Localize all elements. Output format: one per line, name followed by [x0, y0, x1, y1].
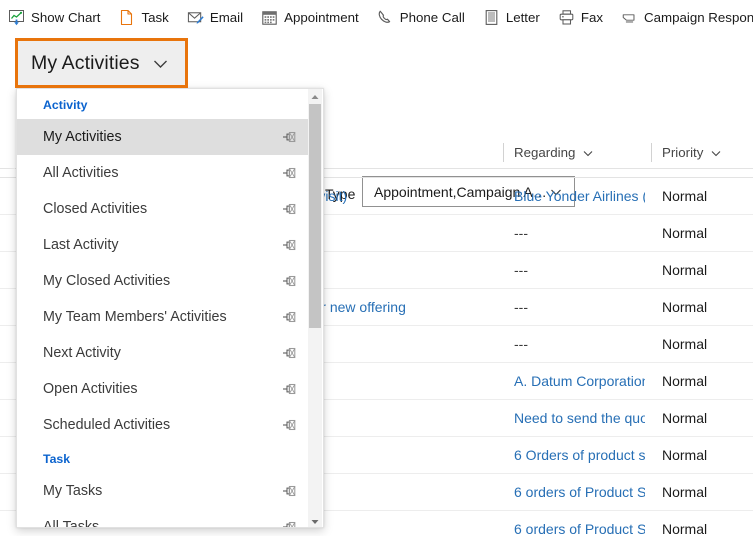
- view-list-item[interactable]: My Tasks: [17, 473, 310, 509]
- cell-regarding: ---: [514, 336, 528, 352]
- command-label: Email: [209, 10, 244, 25]
- scroll-up-arrow-icon[interactable]: [308, 89, 322, 104]
- pin-icon[interactable]: [282, 166, 297, 181]
- scroll-down-arrow-icon[interactable]: [308, 514, 322, 527]
- column-separator: [503, 143, 504, 162]
- view-selector-button[interactable]: My Activities: [15, 38, 188, 88]
- command-task[interactable]: Task: [109, 0, 177, 35]
- cell-regarding: ---: [514, 262, 528, 278]
- view-list-item[interactable]: My Team Members' Activities: [17, 299, 310, 335]
- cell-regarding[interactable]: Blue Yonder Airlines (sam: [514, 178, 645, 214]
- command-label: Campaign Response: [644, 10, 753, 25]
- view-group-header: Task: [43, 452, 71, 466]
- cell-priority: Normal: [662, 225, 708, 241]
- view-list-item[interactable]: Last Activity: [17, 227, 310, 263]
- grid-left-divider: [0, 168, 15, 169]
- cell-regarding[interactable]: 6 orders of Product SKU ,: [514, 511, 645, 536]
- command-label: Show Chart: [31, 10, 101, 25]
- pin-icon[interactable]: [282, 382, 297, 397]
- cell-priority: Normal: [662, 484, 708, 500]
- command-label: Letter: [505, 10, 540, 25]
- command-bar: Show Chart Task Email Appointment Phone …: [0, 0, 753, 35]
- cell-regarding[interactable]: 6 orders of Product SKU ,: [514, 474, 645, 510]
- cell-regarding: ---: [514, 225, 528, 241]
- app-root: Show Chart Task Email Appointment Phone …: [0, 0, 753, 536]
- view-list-item[interactable]: Open Activities: [17, 371, 310, 407]
- cell-priority: Normal: [662, 447, 708, 463]
- command-phone-call[interactable]: Phone Call: [368, 0, 474, 35]
- chevron-down-icon: [710, 147, 722, 159]
- command-campaign-response[interactable]: Campaign Response: [612, 0, 753, 35]
- email-icon: [187, 9, 204, 26]
- view-list-item[interactable]: Next Activity: [17, 335, 310, 371]
- cell-regarding[interactable]: A. Datum Corporation (sa: [514, 363, 645, 399]
- view-list-item-label: Next Activity: [43, 345, 121, 361]
- view-list-item-label: Closed Activities: [43, 201, 148, 217]
- view-list-item[interactable]: All Activities: [17, 155, 310, 191]
- show-chart-icon: [8, 9, 25, 26]
- cell-priority: Normal: [662, 521, 708, 536]
- view-list-item-label: My Closed Activities: [43, 273, 171, 289]
- view-list-item-label: Last Activity: [43, 237, 119, 253]
- command-label: Phone Call: [399, 10, 465, 25]
- view-list-item[interactable]: My Activities: [17, 119, 310, 155]
- appointment-icon: [261, 9, 278, 26]
- command-show-chart[interactable]: Show Chart: [0, 0, 109, 35]
- campaign-response-icon: [621, 9, 638, 26]
- cell-priority: Normal: [662, 410, 708, 426]
- cell-priority: Normal: [662, 188, 708, 204]
- column-header-regarding[interactable]: Regarding: [503, 136, 594, 169]
- command-appointment[interactable]: Appointment: [252, 0, 368, 35]
- command-label: Fax: [580, 10, 603, 25]
- pin-icon[interactable]: [282, 274, 297, 289]
- view-list-item-label: My Activities: [43, 129, 122, 145]
- cell-priority: Normal: [662, 299, 708, 315]
- command-label: Task: [141, 10, 169, 25]
- cell-priority: Normal: [662, 373, 708, 389]
- view-group-header: Activity: [43, 98, 88, 112]
- chevron-down-icon: [582, 147, 594, 159]
- column-separator: [651, 143, 652, 162]
- cell-priority: Normal: [662, 262, 708, 278]
- pin-icon[interactable]: [282, 520, 297, 527]
- cell-priority: Normal: [662, 336, 708, 352]
- cell-regarding: ---: [514, 299, 528, 315]
- pin-icon[interactable]: [282, 418, 297, 433]
- flyout-scrollbar[interactable]: [308, 89, 322, 527]
- pin-icon[interactable]: [282, 310, 297, 325]
- column-header-label: Priority: [662, 145, 704, 160]
- view-list-item-label: All Activities: [43, 165, 119, 181]
- command-letter[interactable]: Letter: [474, 0, 549, 35]
- scrollbar-thumb[interactable]: [309, 104, 321, 328]
- pin-icon[interactable]: [282, 484, 297, 499]
- letter-icon: [483, 9, 500, 26]
- task-icon: [118, 9, 135, 26]
- cell-regarding[interactable]: Need to send the quotati: [514, 400, 645, 436]
- view-list-item[interactable]: My Closed Activities: [17, 263, 310, 299]
- view-list-item-label: Scheduled Activities: [43, 417, 171, 433]
- column-header-label: Regarding: [514, 145, 576, 160]
- view-list: Activity My Activities All Activities Close…: [17, 89, 310, 528]
- pin-icon[interactable]: [282, 130, 297, 145]
- chevron-down-icon: [151, 54, 170, 73]
- column-header-priority[interactable]: Priority: [651, 136, 722, 169]
- phone-call-icon: [377, 9, 394, 26]
- view-list-item-label: My Tasks: [43, 483, 103, 499]
- cell-regarding[interactable]: 6 Orders of product sku J: [514, 437, 645, 473]
- command-fax[interactable]: Fax: [549, 0, 612, 35]
- view-selector-flyout: Activity My Activities All Activities Close…: [16, 88, 324, 528]
- view-list-item[interactable]: Closed Activities: [17, 191, 310, 227]
- view-list-item[interactable]: All Tasks: [17, 509, 310, 528]
- view-list-item-label: Open Activities: [43, 381, 138, 397]
- view-list-item-label: All Tasks: [43, 519, 100, 528]
- view-list-item-label: My Team Members' Activities: [43, 309, 227, 325]
- pin-icon[interactable]: [282, 202, 297, 217]
- pin-icon[interactable]: [282, 346, 297, 361]
- command-label: Appointment: [284, 10, 359, 25]
- view-list-item[interactable]: Scheduled Activities: [17, 407, 310, 443]
- fax-icon: [558, 9, 575, 26]
- command-email[interactable]: Email: [178, 0, 252, 35]
- view-selector-label: My Activities: [31, 51, 140, 74]
- pin-icon[interactable]: [282, 238, 297, 253]
